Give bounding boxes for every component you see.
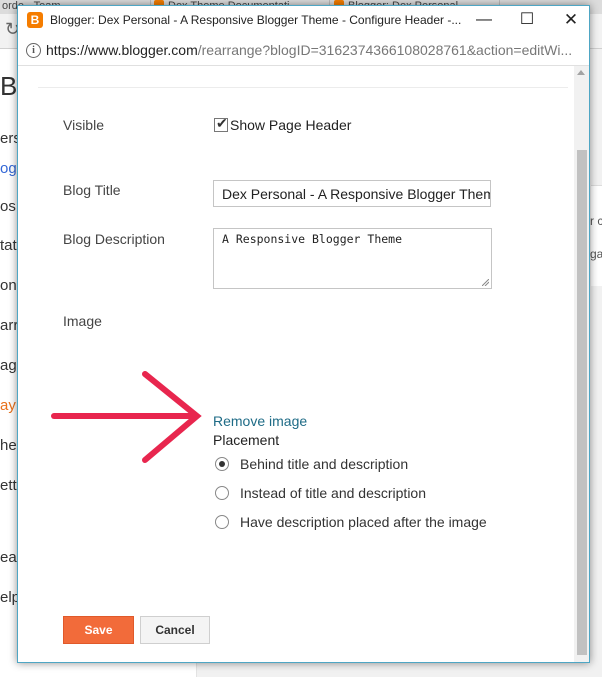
blogger-icon: B (27, 12, 43, 28)
blog-description-value: A Responsive Blogger Theme (222, 232, 403, 246)
cancel-button[interactable]: Cancel (140, 616, 210, 644)
resize-grip-icon[interactable] (482, 279, 489, 286)
background-snippet: ga (590, 247, 602, 261)
show-page-header-label[interactable]: Show Page Header (230, 117, 351, 133)
sidebar-item[interactable]: on (0, 277, 17, 294)
minimize-button[interactable]: — (469, 9, 499, 31)
sidebar-item[interactable]: ea (0, 549, 17, 566)
url-text[interactable]: https://www.blogger.com/rearrange?blogID… (46, 42, 572, 58)
placement-option-label[interactable]: Behind title and description (240, 456, 408, 472)
sidebar-item[interactable]: he (0, 437, 17, 454)
checkmark-icon: ✔ (216, 115, 228, 131)
content-divider (38, 87, 568, 88)
address-bar[interactable]: i https://www.blogger.com/rearrange?blog… (18, 35, 589, 66)
radio-button[interactable] (215, 486, 229, 500)
close-button[interactable]: ✕ (556, 9, 586, 31)
sidebar-item[interactable]: ag (0, 357, 17, 374)
radio-button[interactable] (215, 457, 229, 471)
save-button[interactable]: Save (63, 616, 134, 644)
background-snippet: r c (590, 214, 602, 228)
blog-title-label: Blog Title (63, 182, 121, 198)
configure-header-popup-window: B Blogger: Dex Personal - A Responsive B… (17, 5, 590, 663)
url-path: /rearrange?blogID=3162374366108028761&ac… (197, 42, 573, 58)
sidebar-item[interactable]: os (0, 198, 16, 215)
remove-image-link[interactable]: Remove image (213, 413, 307, 429)
visible-label: Visible (63, 117, 104, 133)
sidebar-item[interactable]: tat (0, 237, 17, 254)
sidebar-item[interactable]: og (0, 160, 17, 177)
blog-description-textarea[interactable]: A Responsive Blogger Theme (213, 228, 492, 289)
scroll-up-arrow-icon[interactable] (577, 70, 585, 75)
blog-title-input[interactable]: Dex Personal - A Responsive Blogger Them… (213, 180, 491, 207)
url-host: https://www.blogger.com (46, 42, 198, 58)
image-label: Image (63, 313, 102, 329)
scrollbar-thumb[interactable] (577, 150, 587, 655)
radio-button[interactable] (215, 515, 229, 529)
maximize-button[interactable]: ☐ (512, 9, 542, 31)
show-page-header-checkbox[interactable]: ✔ (214, 115, 228, 132)
blog-description-label: Blog Description (63, 231, 165, 247)
info-icon[interactable]: i (26, 43, 41, 58)
background-right-panel (591, 185, 602, 286)
placement-label: Placement (213, 432, 280, 448)
sidebar-item[interactable]: ett (0, 477, 17, 494)
placement-option-label[interactable]: Have description placed after the image (240, 514, 487, 530)
placement-option-label[interactable]: Instead of title and description (240, 485, 426, 501)
popup-title-bar[interactable]: B Blogger: Dex Personal - A Responsive B… (18, 6, 589, 35)
popup-window-title: Blogger: Dex Personal - A Responsive Blo… (50, 13, 462, 27)
vertical-scrollbar[interactable] (574, 66, 589, 662)
sidebar-item[interactable]: arr (0, 317, 18, 334)
sidebar-item[interactable]: ay (0, 397, 16, 414)
